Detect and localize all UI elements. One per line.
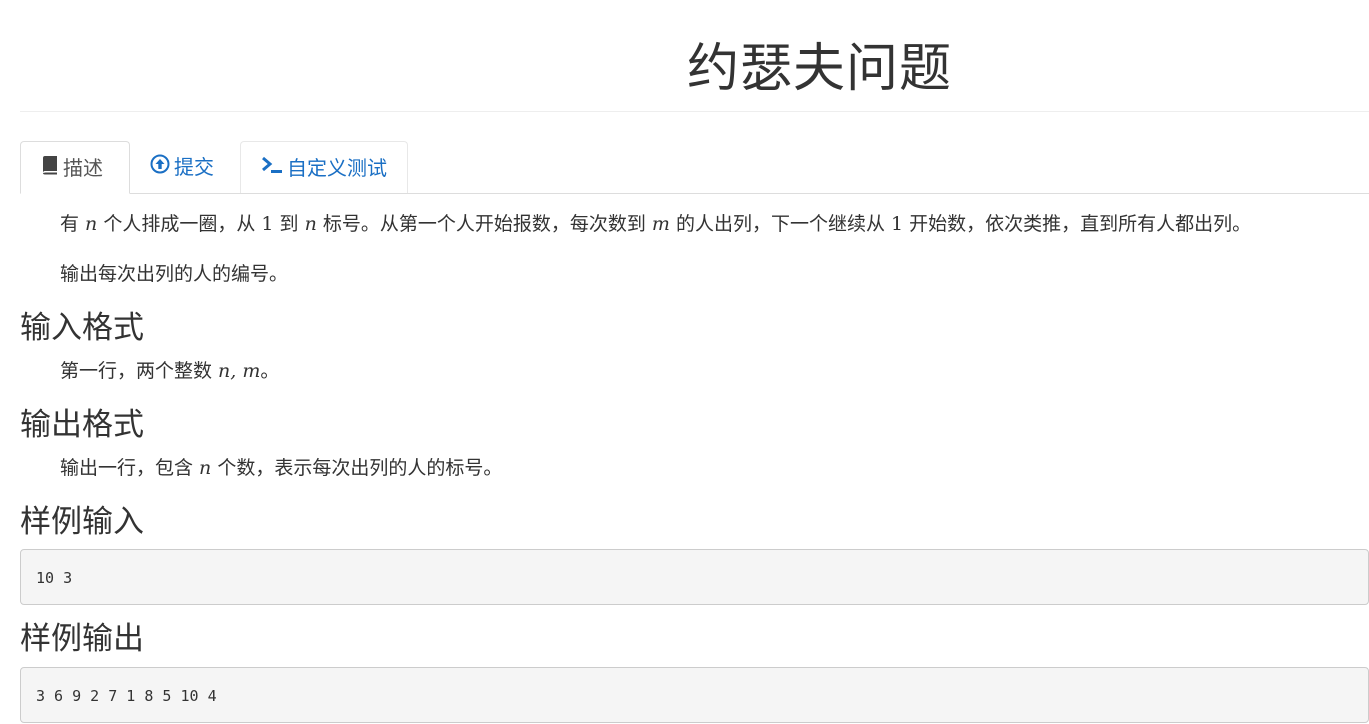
- math-num: 1: [261, 213, 274, 235]
- problem-page: 约瑟夫问题 描述 提交 自定义测试 有 n 个人排成一圈，从 1 到 n 标号。…: [20, 0, 1369, 723]
- terminal-icon: [261, 142, 283, 194]
- sample-input-heading: 样例输入: [20, 504, 144, 540]
- math-var: m: [651, 213, 670, 235]
- math-var: n: [85, 213, 98, 235]
- upload-circle-icon: [150, 141, 170, 193]
- problem-tabs: 描述 提交 自定义测试: [20, 141, 1369, 194]
- input-format-heading: 输入格式: [20, 310, 144, 346]
- output-format-text: 输出一行，包含 n 个数，表示每次出列的人的标号。: [60, 457, 503, 479]
- page-header: 约瑟夫问题: [20, 0, 1369, 112]
- description-paragraph-1: 有 n 个人排成一圈，从 1 到 n 标号。从第一个人开始报数，每次数到 m 的…: [60, 213, 1252, 235]
- math-num: 1: [891, 213, 904, 235]
- book-icon: [41, 142, 59, 194]
- math-var: n: [304, 213, 317, 235]
- page-title: 约瑟夫问题: [686, 39, 952, 99]
- description-paragraph-2: 输出每次出列的人的编号。: [60, 263, 289, 285]
- math-var: n: [199, 457, 212, 479]
- tab-description[interactable]: 描述: [20, 141, 130, 194]
- sample-input-block[interactable]: 10 3: [20, 549, 1369, 605]
- tab-description-label: 描述: [63, 156, 103, 180]
- tab-submit[interactable]: 提交: [130, 141, 240, 193]
- tab-submit-label: 提交: [174, 155, 214, 179]
- tab-custom-test[interactable]: 自定义测试: [240, 141, 408, 193]
- sample-output-heading: 样例输出: [20, 621, 144, 657]
- output-format-heading: 输出格式: [20, 407, 144, 443]
- sample-output-block[interactable]: 3 6 9 2 7 1 8 5 10 4: [20, 667, 1369, 723]
- tab-custom-test-label: 自定义测试: [287, 156, 387, 180]
- math-var: n, m: [218, 360, 261, 382]
- input-format-text: 第一行，两个整数 n, m。: [60, 360, 280, 382]
